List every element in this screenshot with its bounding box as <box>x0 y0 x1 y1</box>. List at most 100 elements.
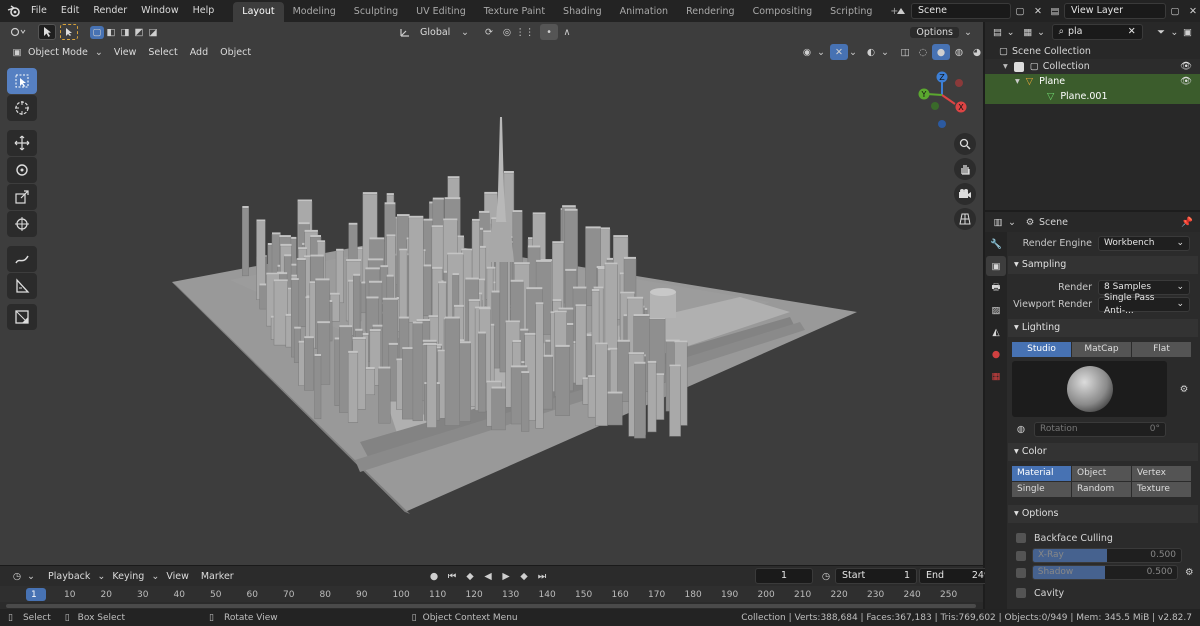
xray-toggle-icon[interactable]: ◫ <box>896 44 914 60</box>
mode-new-selection-icon[interactable]: ▢ <box>90 25 104 39</box>
properties-editor-type-icon[interactable]: ▥ <box>989 214 1007 230</box>
jump-start-icon[interactable]: ⏮ <box>443 568 461 584</box>
solid-shading-icon[interactable]: ● <box>932 44 950 60</box>
proportional-editing-icon[interactable]: • <box>540 24 558 40</box>
jump-keyframe-forward-icon[interactable]: ◆ <box>515 568 533 584</box>
view-layer-icon[interactable]: ▤ <box>1046 3 1064 19</box>
color-vertex-button[interactable]: Vertex <box>1132 466 1192 481</box>
options-dropdown[interactable]: Options <box>910 26 959 38</box>
tab-shading[interactable]: Shading <box>554 2 611 22</box>
pivot-point-icon[interactable]: ⟳ <box>480 24 498 40</box>
wireframe-shading-icon[interactable]: ◌ <box>914 44 932 60</box>
outliner-row-scene-collection[interactable]: ▢ Scene Collection <box>985 44 1200 59</box>
collection-exclude-checkbox[interactable] <box>1013 61 1024 72</box>
menu-edit[interactable]: Edit <box>54 0 86 22</box>
new-collection-icon[interactable]: ▣ <box>1179 24 1196 40</box>
collection-visibility-icon[interactable]: 👁 <box>1180 59 1192 74</box>
blender-logo-icon[interactable] <box>4 3 24 19</box>
snap-target-icon[interactable]: ⋮⋮ <box>516 24 535 40</box>
color-texture-button[interactable]: Texture <box>1132 482 1192 497</box>
start-frame-field[interactable]: Start 1 <box>835 568 917 584</box>
mode-intersect-icon[interactable]: ◪ <box>146 24 160 40</box>
tab-modeling[interactable]: Modeling <box>284 2 345 22</box>
overlays-icon[interactable]: ◐ <box>862 44 880 60</box>
cavity-checkbox[interactable] <box>1016 588 1026 598</box>
outliner-row-mesh[interactable]: ▽ Plane.001 <box>985 89 1200 104</box>
color-random-button[interactable]: Random <box>1072 482 1132 497</box>
current-frame-field[interactable]: 1 <box>755 568 813 584</box>
clear-search-icon[interactable]: ✕ <box>1128 25 1136 39</box>
xray-checkbox[interactable] <box>1016 550 1026 561</box>
view-layer-tab-icon[interactable]: ▨ <box>986 300 1006 320</box>
rendered-shading-icon[interactable]: ◕ <box>968 44 986 60</box>
menu-view[interactable]: View <box>108 47 143 58</box>
menu-playback[interactable]: Playback <box>42 571 96 582</box>
play-reverse-icon[interactable]: ◀ <box>479 568 497 584</box>
shadow-slider[interactable]: Shadow 0.500 <box>1031 565 1179 580</box>
plane-visibility-icon[interactable]: 👁 <box>1180 74 1192 89</box>
menu-help[interactable]: Help <box>186 0 222 22</box>
collection-expand-icon[interactable]: ▾ <box>1003 59 1008 74</box>
perspective-toggle-icon[interactable] <box>954 208 976 230</box>
lighting-flat-button[interactable]: Flat <box>1132 342 1192 357</box>
select-tool-icon[interactable] <box>38 24 56 40</box>
display-mode-icon[interactable]: ▦ <box>1019 24 1036 40</box>
outliner-editor-type-icon[interactable]: ▤ <box>989 24 1006 40</box>
play-icon[interactable]: ▶ <box>497 568 515 584</box>
view-layer-field[interactable]: View Layer <box>1064 3 1166 19</box>
plane-expand-icon[interactable]: ▾ <box>1015 74 1020 89</box>
studio-light-settings-icon[interactable]: ⚙ <box>1175 381 1193 397</box>
lighting-panel-header[interactable]: ▾ Lighting <box>1008 319 1198 337</box>
tab-rendering[interactable]: Rendering <box>677 2 744 22</box>
menu-timeline-view[interactable]: View <box>160 571 195 582</box>
scene-selector-icon[interactable] <box>893 3 911 19</box>
pin-icon[interactable]: 📌 <box>1178 214 1196 230</box>
tab-scripting[interactable]: Scripting <box>821 2 881 22</box>
visibility-icon[interactable]: ◉ <box>798 44 816 60</box>
navigation-gizmo[interactable]: Z X Y <box>915 70 971 132</box>
timeline-scrollbar[interactable] <box>6 604 976 608</box>
new-scene-icon[interactable]: ▢ <box>1011 3 1029 19</box>
xray-slider[interactable]: X-Ray 0.500 <box>1032 548 1182 563</box>
preview-range-icon[interactable]: ◷ <box>817 568 835 584</box>
mode-dropdown[interactable]: Object Mode <box>26 47 94 58</box>
render-engine-dropdown[interactable]: Workbench ⌄ <box>1098 235 1190 251</box>
delete-scene-icon[interactable]: ✕ <box>1029 3 1047 19</box>
camera-view-icon[interactable] <box>954 183 976 205</box>
material-shading-icon[interactable]: ◍ <box>950 44 968 60</box>
tab-texture-paint[interactable]: Texture Paint <box>475 2 554 22</box>
menu-object[interactable]: Object <box>214 47 257 58</box>
lighting-matcap-button[interactable]: MatCap <box>1072 342 1132 357</box>
tool-settings-tab-icon[interactable]: 🔧 <box>986 234 1006 254</box>
rotation-slider[interactable]: Rotation 0° <box>1034 421 1166 437</box>
shadow-checkbox[interactable] <box>1016 567 1026 578</box>
tab-uv-editing[interactable]: UV Editing <box>407 2 475 22</box>
tab-compositing[interactable]: Compositing <box>744 2 822 22</box>
gizmo-toggle-icon[interactable]: ✕ <box>830 44 848 60</box>
world-tab-icon[interactable]: ● <box>986 344 1006 364</box>
texture-tab-icon[interactable]: ▦ <box>986 366 1006 386</box>
menu-add[interactable]: Add <box>184 47 214 58</box>
menu-window[interactable]: Window <box>134 0 185 22</box>
scene-tab-icon[interactable]: ◭ <box>986 322 1006 342</box>
filter-icon[interactable]: ⏷ <box>1153 24 1170 40</box>
tab-layout[interactable]: Layout <box>233 2 284 22</box>
mode-extend-icon[interactable]: ◧ <box>104 24 118 40</box>
pan-hand-icon[interactable] <box>954 158 976 180</box>
new-view-layer-icon[interactable]: ▢ <box>1166 3 1184 19</box>
outliner-row-collection[interactable]: ▾ ▢ Collection 👁 <box>985 59 1200 74</box>
tab-animation[interactable]: Animation <box>611 2 677 22</box>
record-icon[interactable]: ● <box>425 568 443 584</box>
studio-light-preview[interactable] <box>1012 361 1167 417</box>
menu-select[interactable]: Select <box>142 47 183 58</box>
sampling-panel-header[interactable]: ▾ Sampling <box>1008 256 1198 274</box>
editor-type-icon[interactable] <box>6 24 30 40</box>
falloff-icon[interactable]: ∧ <box>558 24 576 40</box>
lighting-studio-button[interactable]: Studio <box>1012 342 1072 357</box>
select-box-mode-icon[interactable] <box>60 24 78 40</box>
options-panel-header[interactable]: ▾ Options <box>1008 505 1198 523</box>
delete-view-layer-icon[interactable]: ✕ <box>1184 3 1200 19</box>
color-single-button[interactable]: Single <box>1012 482 1072 497</box>
backface-culling-checkbox[interactable] <box>1016 533 1026 543</box>
world-space-lighting-icon[interactable]: ◍ <box>1012 421 1030 437</box>
